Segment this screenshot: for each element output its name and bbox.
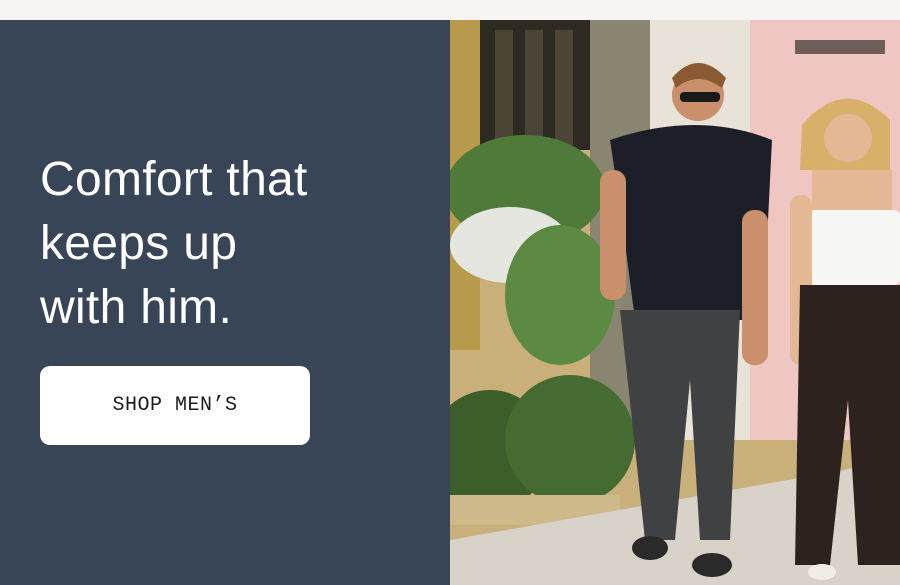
man-right-shoe: [692, 553, 732, 577]
hero-text-panel: Comfort that keeps up with him. SHOP MEN…: [0, 20, 450, 585]
shop-mens-button[interactable]: SHOP MEN’S: [40, 366, 310, 445]
woman-head: [824, 114, 872, 162]
woman-shoe: [808, 564, 836, 580]
woman-shoulders: [812, 170, 892, 215]
hero-photo[interactable]: [450, 20, 900, 585]
balcony: [795, 40, 885, 54]
hero-headline: Comfort that keeps up with him.: [40, 148, 308, 340]
sunglasses: [680, 92, 720, 102]
man-left-shoe: [632, 536, 668, 560]
man-right-arm: [742, 210, 768, 365]
headline-line-1: Comfort that: [40, 153, 308, 206]
trailing-vines: [505, 225, 615, 365]
woman-white-top: [808, 210, 900, 285]
man-left-arm: [600, 170, 626, 300]
headline-line-2: keeps up: [40, 217, 238, 270]
hedge-right: [505, 375, 635, 505]
hero-banner: Comfort that keeps up with him. SHOP MEN…: [0, 20, 900, 585]
hero-photo-illustration: [450, 20, 900, 585]
headline-line-3: with him.: [40, 281, 233, 334]
top-strip: [0, 0, 900, 20]
shutter-slat: [525, 30, 543, 145]
shutter-slat: [555, 30, 573, 145]
shutter-slat: [495, 30, 513, 145]
